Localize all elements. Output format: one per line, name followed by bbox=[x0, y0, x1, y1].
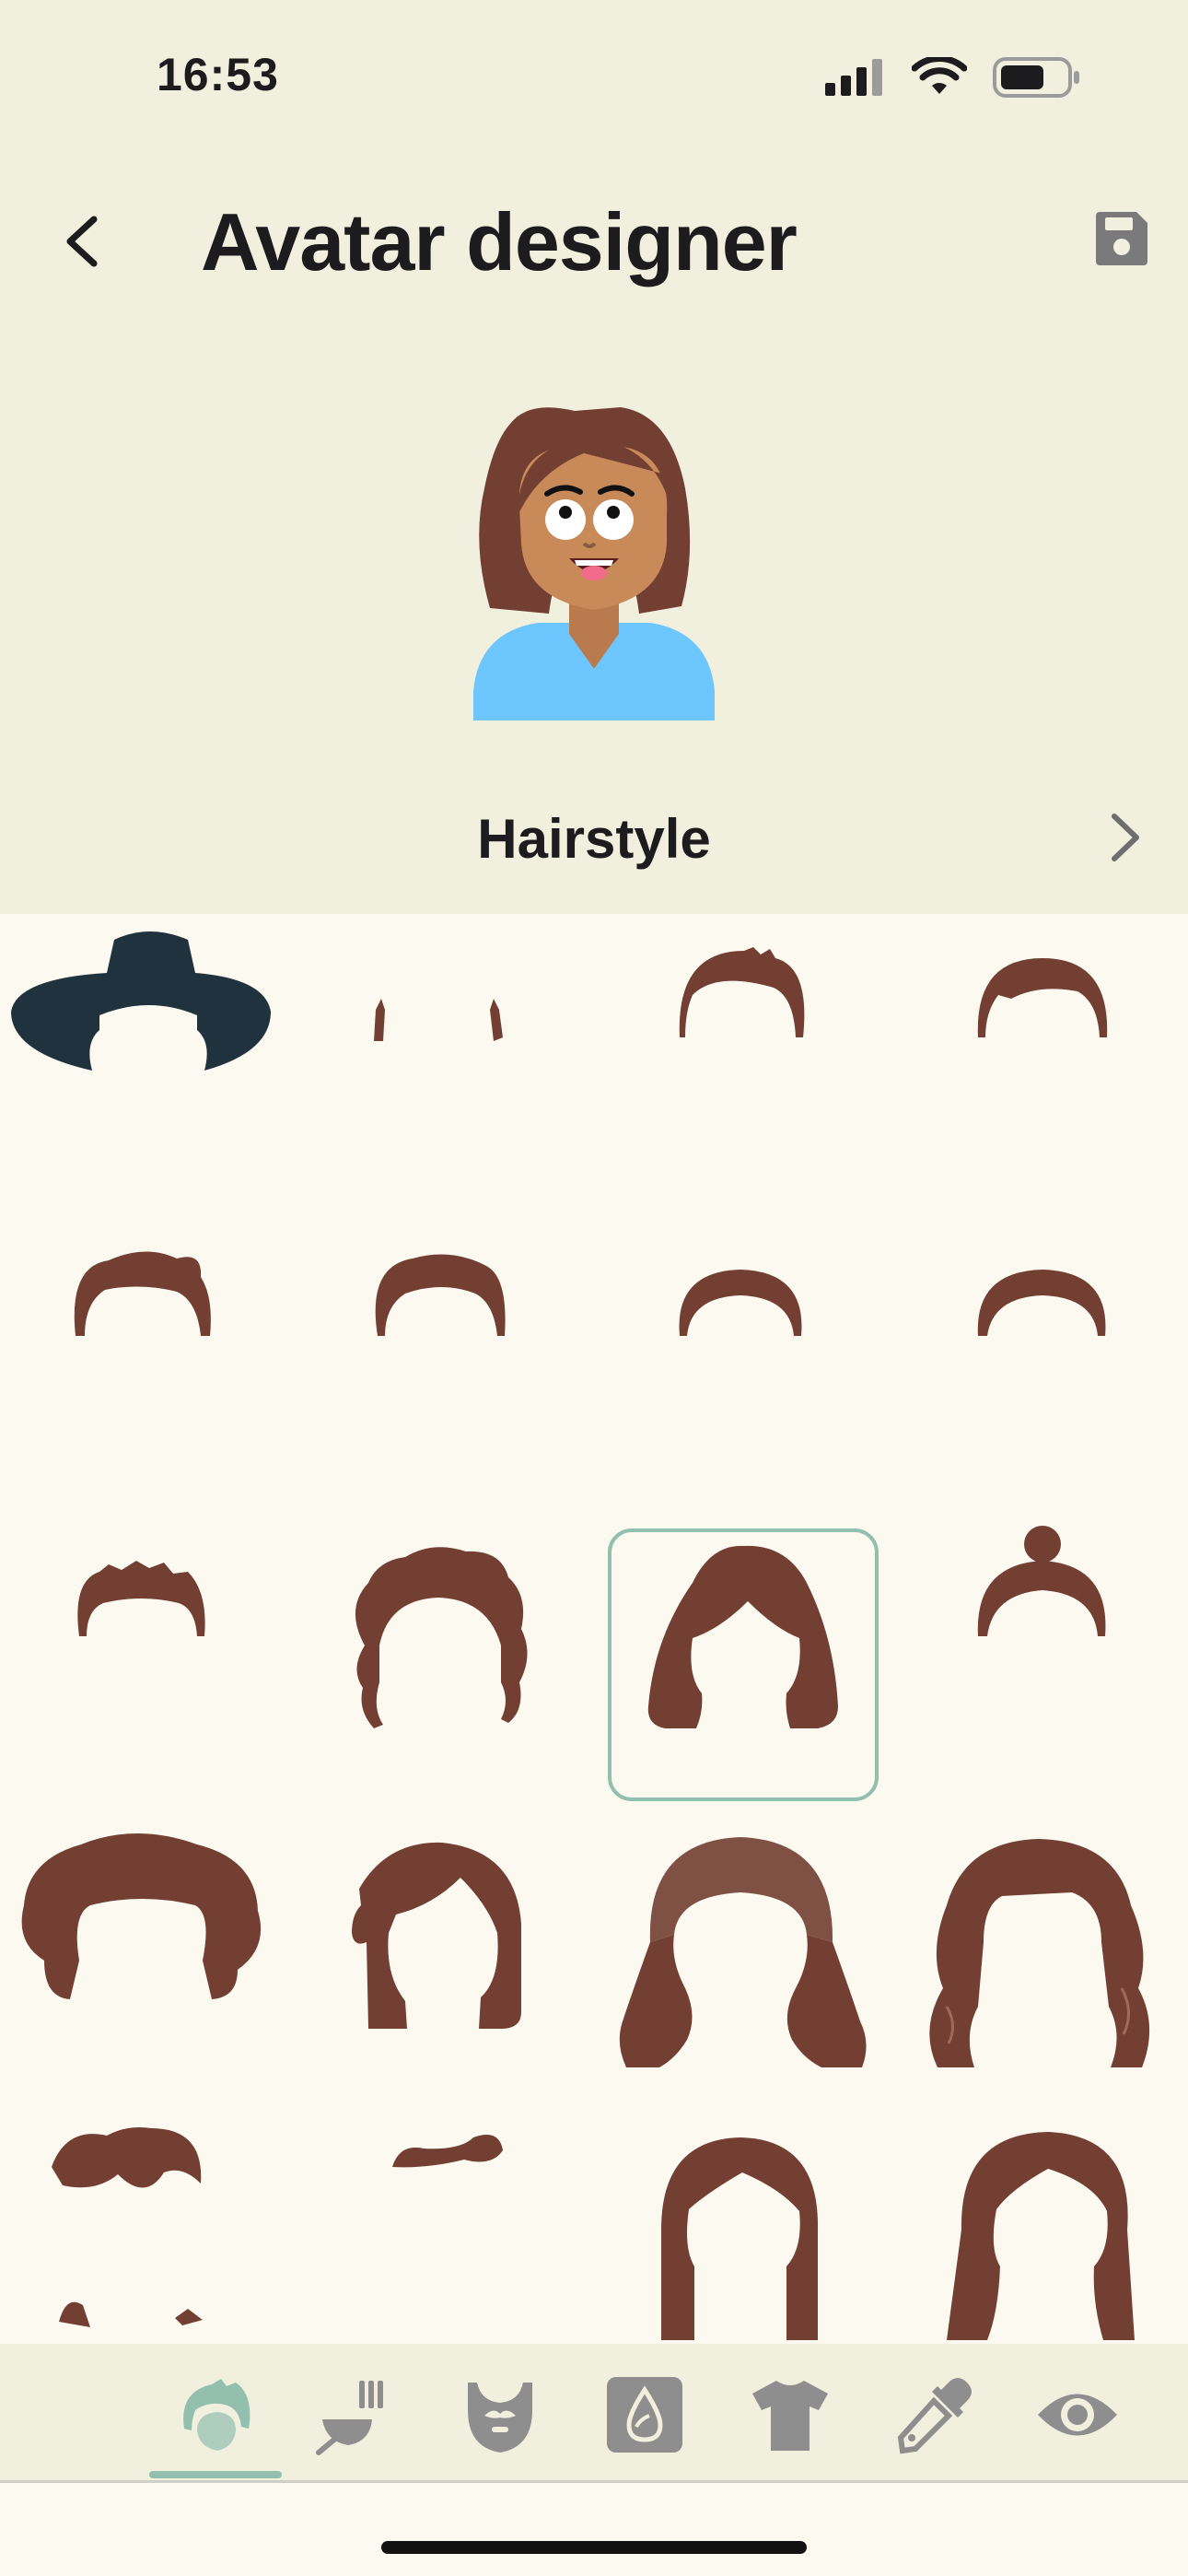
tab-beard[interactable] bbox=[449, 2364, 551, 2465]
hairstyle-option[interactable] bbox=[606, 914, 873, 1190]
hair-tab-icon bbox=[183, 2379, 250, 2451]
hair-long-part-icon bbox=[947, 2132, 1135, 2340]
hair-flick-icon bbox=[392, 2135, 503, 2168]
tab-skin-tone[interactable] bbox=[594, 2364, 695, 2465]
hair-long-curly-icon bbox=[929, 1839, 1150, 2067]
hair-color-tab-icon bbox=[316, 2381, 383, 2455]
tab-bar bbox=[0, 2344, 1188, 2483]
hair-curly-short-icon bbox=[355, 1547, 528, 1728]
wifi-icon bbox=[912, 57, 967, 94]
chevron-left-icon bbox=[66, 216, 98, 267]
hairstyle-option[interactable] bbox=[304, 2101, 571, 2344]
hairstyle-option[interactable] bbox=[910, 1211, 1177, 1487]
skin-tone-tab-icon bbox=[607, 2377, 682, 2453]
hair-bun-icon bbox=[977, 1526, 1106, 1636]
hair-short-spiky-icon bbox=[679, 947, 805, 1037]
selected-hairstyle-frame bbox=[608, 1528, 879, 1801]
avatar-preview bbox=[473, 405, 715, 720]
tab-hair-color[interactable] bbox=[304, 2364, 405, 2465]
status-time: 16:53 bbox=[157, 49, 279, 100]
status-icons bbox=[825, 57, 1081, 98]
hair-long-wavy-icon bbox=[619, 1837, 867, 2067]
hair-buzz-icon bbox=[679, 1270, 802, 1336]
hairstyle-option[interactable] bbox=[7, 1804, 274, 2080]
hat-icon bbox=[11, 931, 271, 1071]
hair-short-side-part-icon bbox=[977, 958, 1108, 1037]
hairstyle-option[interactable] bbox=[910, 2101, 1177, 2344]
hairstyle-option[interactable] bbox=[910, 1804, 1177, 2080]
category-title: Hairstyle bbox=[477, 808, 711, 870]
eye-tab-icon bbox=[1038, 2394, 1117, 2436]
hairstyle-option[interactable] bbox=[304, 1507, 571, 1784]
hair-sideburns-icon bbox=[374, 999, 503, 1041]
hairstyle-grid bbox=[0, 914, 1188, 2344]
hair-cropped-icon bbox=[77, 1561, 205, 1636]
chevron-right-icon bbox=[1112, 814, 1139, 861]
hair-pompadour-icon bbox=[375, 1254, 506, 1336]
color-picker-tab-icon bbox=[897, 2378, 972, 2454]
beard-tab-icon bbox=[468, 2383, 532, 2453]
floppy-disk-icon bbox=[1096, 212, 1147, 265]
battery-icon bbox=[993, 57, 1079, 98]
hairstyle-option[interactable] bbox=[910, 1507, 1177, 1784]
hairstyle-option[interactable] bbox=[7, 1211, 274, 1487]
back-button[interactable] bbox=[53, 205, 109, 278]
signal-icon bbox=[825, 59, 882, 96]
shirt-tab-icon bbox=[752, 2381, 828, 2451]
hairstyle-option[interactable] bbox=[7, 1507, 274, 1784]
hairstyle-option[interactable] bbox=[606, 1804, 873, 2080]
tab-color-picker[interactable] bbox=[884, 2364, 985, 2465]
tab-hairstyle[interactable] bbox=[166, 2364, 267, 2465]
hairstyle-option[interactable] bbox=[304, 1804, 571, 2080]
hairstyle-option[interactable] bbox=[910, 914, 1177, 1190]
home-indicator[interactable] bbox=[381, 2541, 807, 2554]
save-button[interactable] bbox=[1094, 210, 1149, 267]
hair-side-bob-icon bbox=[352, 1842, 521, 2029]
hairstyle-option[interactable] bbox=[606, 1211, 873, 1487]
hairstyle-option[interactable] bbox=[7, 2101, 274, 2344]
hair-afro-icon bbox=[21, 1833, 262, 1999]
tab-shirt[interactable] bbox=[740, 2364, 841, 2465]
hair-crew-icon bbox=[977, 1270, 1106, 1336]
tab-eyes[interactable] bbox=[1027, 2364, 1128, 2465]
hairstyle-option[interactable] bbox=[606, 2101, 873, 2344]
hairstyle-option[interactable] bbox=[304, 1211, 571, 1487]
page-title: Avatar designer bbox=[201, 196, 798, 287]
hairstyle-option[interactable] bbox=[304, 914, 571, 1190]
next-category-button[interactable] bbox=[1101, 807, 1147, 868]
active-tab-indicator bbox=[149, 2471, 282, 2478]
hair-long-straight-icon bbox=[661, 2137, 819, 2340]
hairstyle-option[interactable] bbox=[7, 914, 274, 1190]
hair-swept-icon bbox=[52, 2127, 203, 2327]
hair-quiff-icon bbox=[74, 1251, 211, 1336]
